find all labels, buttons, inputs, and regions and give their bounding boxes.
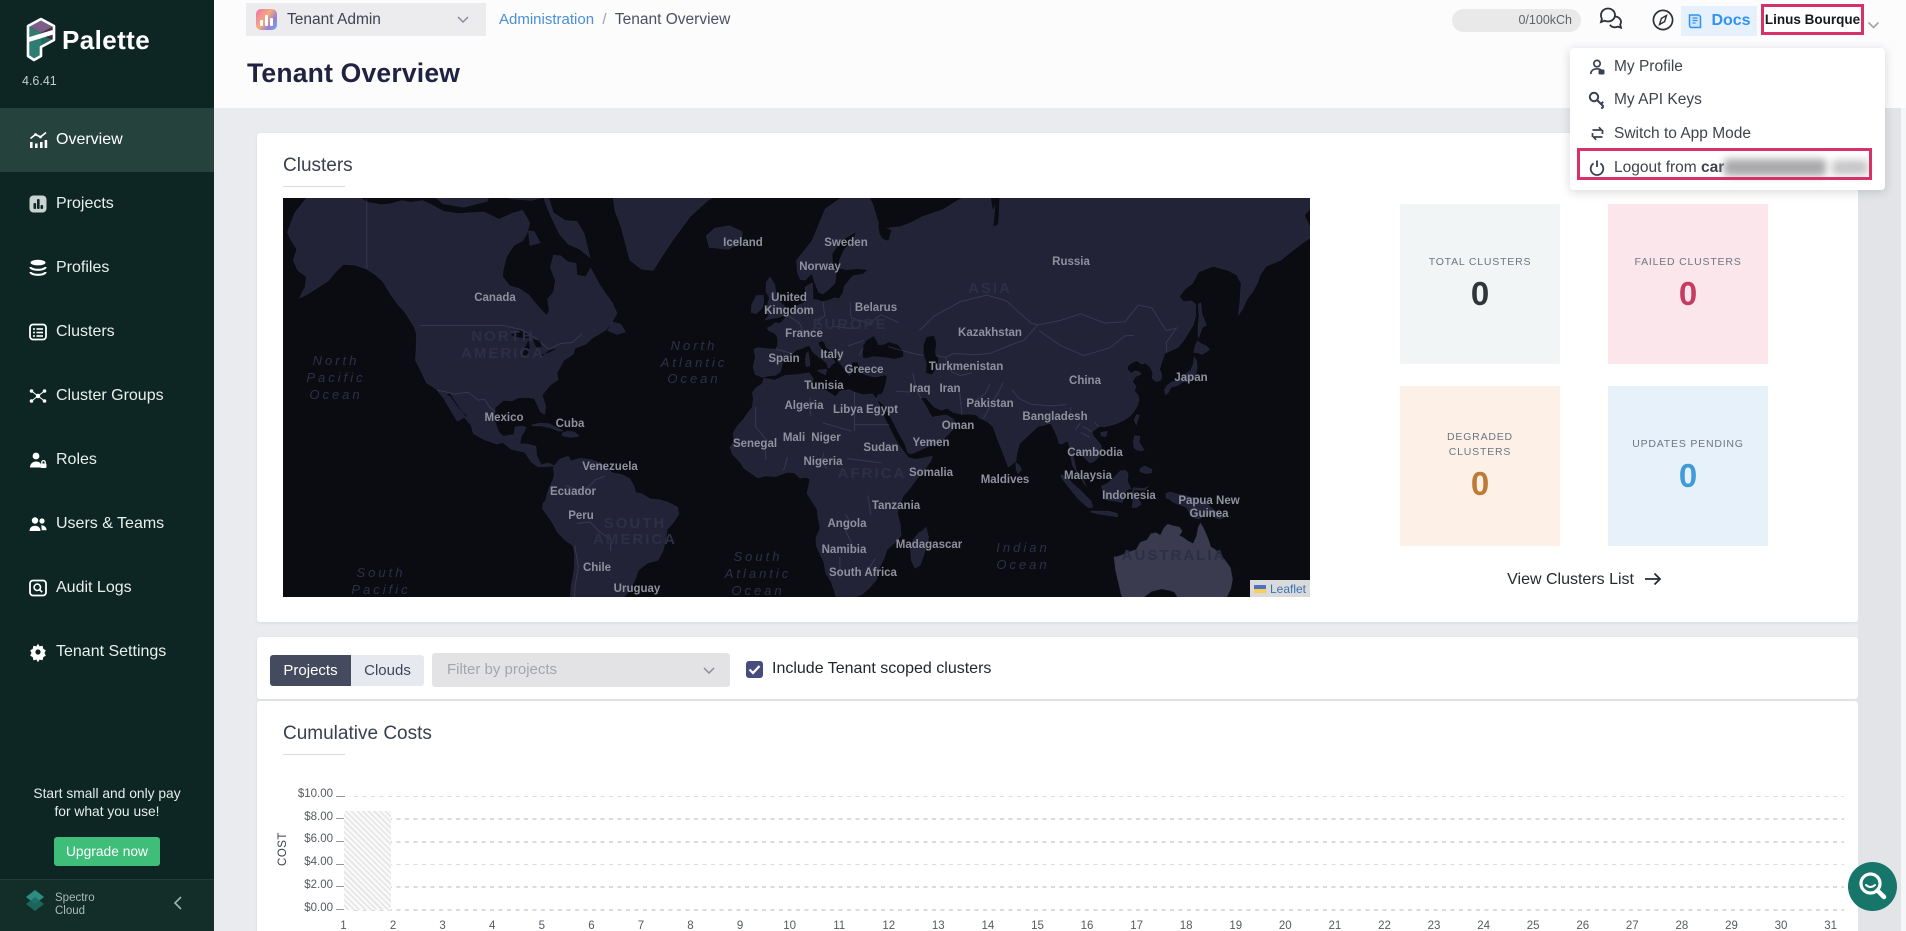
svg-text:South Africa: South Africa [829,567,898,579]
svg-text:Mali: Mali [783,432,805,444]
svg-text:South: South [734,549,783,564]
svg-text:Senegal: Senegal [733,438,777,450]
svg-text:AUSTRALIA: AUSTRALIA [1122,547,1227,564]
svg-text:SOUTH: SOUTH [604,515,667,532]
svg-text:Spectro: Spectro [55,892,95,904]
svg-text:ASIA: ASIA [968,280,1012,297]
svg-text:Namibia: Namibia [822,544,867,556]
svg-text:Tanzania: Tanzania [872,500,921,512]
svg-text:Niger: Niger [811,432,841,444]
svg-text:Pakistan: Pakistan [966,398,1013,410]
svg-text:Malaysia: Malaysia [1064,470,1113,482]
svg-text:Indian: Indian [996,540,1049,555]
svg-text:Atlantic: Atlantic [724,566,792,581]
svg-text:Ecuador: Ecuador [550,486,597,498]
svg-text:North: North [313,353,360,368]
svg-text:Chile: Chile [583,562,611,574]
svg-text:Italy: Italy [820,349,844,361]
svg-text:Spain: Spain [768,353,799,365]
svg-text:United: United [771,292,807,304]
svg-text:Sweden: Sweden [824,237,867,249]
svg-text:Ocean: Ocean [667,371,720,386]
svg-text:Algeria: Algeria [785,400,825,412]
svg-text:Turkmenistan: Turkmenistan [929,361,1004,373]
svg-text:Angola: Angola [828,518,868,530]
svg-text:Iran: Iran [939,383,960,395]
svg-text:Atlantic: Atlantic [660,355,728,370]
svg-text:AMERICA: AMERICA [461,345,545,362]
svg-text:Japan: Japan [1174,372,1207,384]
svg-text:EUROPE: EUROPE [812,316,887,333]
svg-text:Norway: Norway [799,261,841,273]
svg-text:Madagascar: Madagascar [896,539,963,551]
svg-text:Cuba: Cuba [556,418,585,430]
svg-text:Iceland: Iceland [723,237,763,249]
svg-text:Cloud: Cloud [55,905,85,917]
svg-text:Bangladesh: Bangladesh [1022,411,1087,423]
svg-text:AMERICA: AMERICA [593,531,677,548]
svg-text:Cambodia: Cambodia [1067,447,1123,459]
svg-text:Maldives: Maldives [981,474,1030,486]
svg-text:NORTH: NORTH [471,328,534,345]
svg-text:Mexico: Mexico [485,412,524,424]
svg-text:South: South [357,565,406,580]
svg-text:Papua New: Papua New [1178,495,1239,507]
svg-text:Kazakhstan: Kazakhstan [958,327,1022,339]
svg-text:Peru: Peru [568,510,594,522]
svg-text:Libya: Libya [833,404,864,416]
svg-text:Ocean: Ocean [996,557,1049,572]
svg-text:China: China [1069,375,1102,387]
svg-text:North: North [671,338,718,353]
svg-text:Guinea: Guinea [1190,508,1230,520]
svg-text:Indonesia: Indonesia [1102,490,1156,502]
svg-text:Somalia: Somalia [909,467,954,479]
svg-text:Canada: Canada [474,292,516,304]
svg-text:Yemen: Yemen [912,437,949,449]
svg-text:Palette: Palette [62,25,150,55]
svg-text:Venezuela: Venezuela [582,461,638,473]
svg-text:Sudan: Sudan [863,442,898,454]
svg-text:Pacific: Pacific [306,370,365,385]
svg-text:Egypt: Egypt [866,404,898,416]
svg-text:Kingdom: Kingdom [764,305,814,317]
svg-text:Belarus: Belarus [855,302,897,314]
svg-text:Ocean: Ocean [731,583,784,597]
svg-text:Russia: Russia [1052,256,1090,268]
svg-text:Iraq: Iraq [909,383,930,395]
svg-text:Oman: Oman [942,420,975,432]
svg-text:Ocean: Ocean [309,387,362,402]
svg-text:Tunisia: Tunisia [804,380,844,392]
svg-text:AFRICA: AFRICA [838,465,907,482]
svg-text:Greece: Greece [844,364,883,376]
svg-text:Pacific: Pacific [351,582,410,597]
svg-text:Uruguay: Uruguay [614,583,661,595]
